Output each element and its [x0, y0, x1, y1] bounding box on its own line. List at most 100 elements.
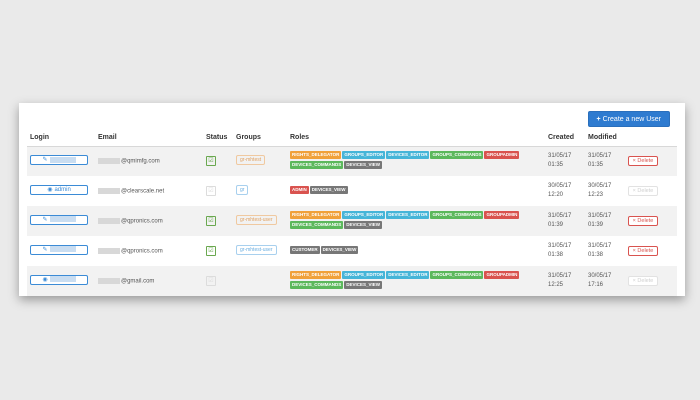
status-checkbox[interactable]: ☑	[206, 276, 216, 286]
modified-cell: 31/05/17 01:39	[585, 206, 625, 236]
email-cell: @qpronics.com	[95, 236, 203, 266]
login-button[interactable]: ✎	[30, 155, 88, 166]
roles-cell: CUSTOMER DEVICES_VIEW	[287, 236, 545, 266]
created-cell: 31/05/17 12:25	[545, 266, 585, 296]
created-time: 12:25	[548, 282, 564, 288]
groups-cell: gr-mhtest-user	[233, 206, 287, 236]
table-row: ✎ @qmimfg.com ☑ gr-mhtest RIGHTS_DELEGATOR GR…	[27, 146, 677, 176]
table-row: ✎ @qpronics.com ☑ gr-mhtest-user RIGHTS_DELE…	[27, 206, 677, 236]
role-badge: ADMIN	[290, 185, 309, 194]
table-row: ◉ @gmail.com ☑ RIGHTS_DELEGATOR GROUPS_EDITO…	[27, 266, 677, 296]
header-login: Login	[27, 129, 95, 147]
roles-cell: RIGHTS_DELEGATOR GROUPS_EDITOR DEVICES_EDI…	[287, 146, 545, 176]
redacted-username	[49, 276, 76, 283]
pencil-icon: ✎	[42, 247, 48, 253]
role-badge: DEVICES_VIEW	[344, 161, 383, 170]
delete-button[interactable]: × Delete	[628, 156, 658, 167]
login-label: admin	[54, 187, 71, 193]
redacted-username	[49, 246, 76, 253]
create-user-button[interactable]: + Create a new User	[587, 111, 670, 127]
role-badge: GROUPADMIN	[484, 270, 520, 279]
role-badge: GROUPS_EDITOR	[342, 210, 386, 219]
login-button[interactable]: ✎	[30, 245, 88, 255]
pencil-icon: ✎	[42, 217, 48, 223]
table-row: ✎ @qpronics.com ☑ gr-mhtest-user CUSTOMER DEV…	[27, 236, 677, 266]
role-badge: GROUPS_COMMANDS	[430, 151, 484, 160]
role-badge: DEVICES_VIEW	[344, 221, 383, 229]
status-cell: ☑	[203, 266, 233, 296]
created-date: 31/05/17	[548, 213, 572, 219]
header-groups: Groups	[233, 129, 287, 147]
users-panel: + Create a new User Login Email Status Gr…	[19, 103, 685, 296]
created-cell: 30/05/17 12:20	[545, 176, 585, 206]
status-checkbox[interactable]: ☑	[206, 246, 216, 256]
login-button[interactable]: ◉ admin	[30, 185, 88, 195]
group-tag[interactable]: gr	[236, 185, 249, 195]
delete-label: Delete	[637, 158, 654, 165]
delete-button[interactable]: × Delete	[628, 216, 658, 226]
created-cell: 31/05/17 01:39	[545, 206, 585, 236]
email-cell: @gmail.com	[95, 266, 203, 296]
redacted-username	[49, 156, 76, 163]
status-cell: ☑	[203, 236, 233, 266]
redacted-email	[98, 247, 120, 254]
login-button[interactable]: ✎	[30, 215, 88, 225]
group-tag[interactable]: gr-mhtest	[236, 155, 266, 166]
created-cell: 31/05/17 01:38	[545, 236, 585, 266]
status-checkbox[interactable]: ☑	[206, 186, 216, 196]
status-checkbox[interactable]: ☑	[206, 216, 216, 226]
login-cell: ✎	[27, 146, 95, 176]
role-badge: DEVICES_VIEW	[320, 245, 359, 254]
actions-cell: × Delete	[625, 206, 677, 236]
role-badge: RIGHTS_DELEGATOR	[290, 210, 342, 219]
role-badge: DEVICES_VIEW	[344, 281, 383, 289]
login-button[interactable]: ◉	[30, 275, 88, 285]
roles-cell: ADMIN DEVICES_VIEW	[287, 176, 545, 206]
created-cell: 31/05/17 01:35	[545, 146, 585, 176]
created-time: 12:20	[548, 192, 564, 198]
role-badge: GROUPADMIN	[484, 151, 520, 160]
delete-button[interactable]: × Delete	[628, 276, 658, 286]
modified-cell: 30/05/17 17:16	[585, 266, 625, 296]
delete-label: Delete	[637, 278, 654, 284]
group-tag[interactable]: gr-mhtest-user	[236, 245, 277, 255]
create-user-label: Create a new User	[602, 116, 661, 123]
delete-button[interactable]: × Delete	[628, 246, 658, 256]
groups-cell	[233, 266, 287, 296]
login-cell: ◉	[27, 266, 95, 296]
delete-label: Delete	[637, 248, 654, 254]
created-time: 01:39	[548, 222, 564, 228]
status-checkbox[interactable]: ☑	[206, 156, 216, 167]
users-table: Login Email Status Groups Roles Created …	[27, 129, 677, 296]
header-actions	[625, 129, 677, 147]
created-time: 01:38	[548, 252, 564, 258]
groups-cell: gr-mhtest-user	[233, 236, 287, 266]
created-date: 31/05/17	[548, 243, 572, 249]
modified-cell: 31/05/17 01:35	[585, 146, 625, 176]
modified-time: 12:23	[588, 192, 604, 198]
modified-date: 30/05/17	[588, 273, 612, 279]
email-suffix: @gmail.com	[121, 278, 155, 285]
login-cell: ✎	[27, 236, 95, 266]
delete-button[interactable]: × Delete	[628, 186, 658, 196]
eye-icon: ◉	[47, 187, 53, 193]
role-badge: DEVICES_VIEW	[309, 185, 348, 194]
header-status: Status	[203, 129, 233, 147]
role-badge: RIGHTS_DELEGATOR	[290, 270, 342, 279]
modified-cell: 31/05/17 01:38	[585, 236, 625, 266]
modified-date: 31/05/17	[588, 213, 612, 219]
modified-cell: 30/05/17 12:23	[585, 176, 625, 206]
modified-date: 31/05/17	[588, 153, 612, 160]
actions-cell: × Delete	[625, 146, 677, 176]
actions-cell: × Delete	[625, 266, 677, 296]
created-date: 30/05/17	[548, 183, 572, 189]
email-cell: @qpronics.com	[95, 206, 203, 236]
login-cell: ◉ admin	[27, 176, 95, 206]
roles-cell: RIGHTS_DELEGATOR GROUPS_EDITOR DEVICES_EDI…	[287, 266, 545, 296]
table-header-row: Login Email Status Groups Roles Created …	[27, 129, 677, 147]
login-cell: ✎	[27, 206, 95, 236]
delete-label: Delete	[637, 188, 654, 194]
modified-date: 30/05/17	[588, 183, 612, 189]
actions-cell: × Delete	[625, 176, 677, 206]
group-tag[interactable]: gr-mhtest-user	[236, 215, 277, 225]
